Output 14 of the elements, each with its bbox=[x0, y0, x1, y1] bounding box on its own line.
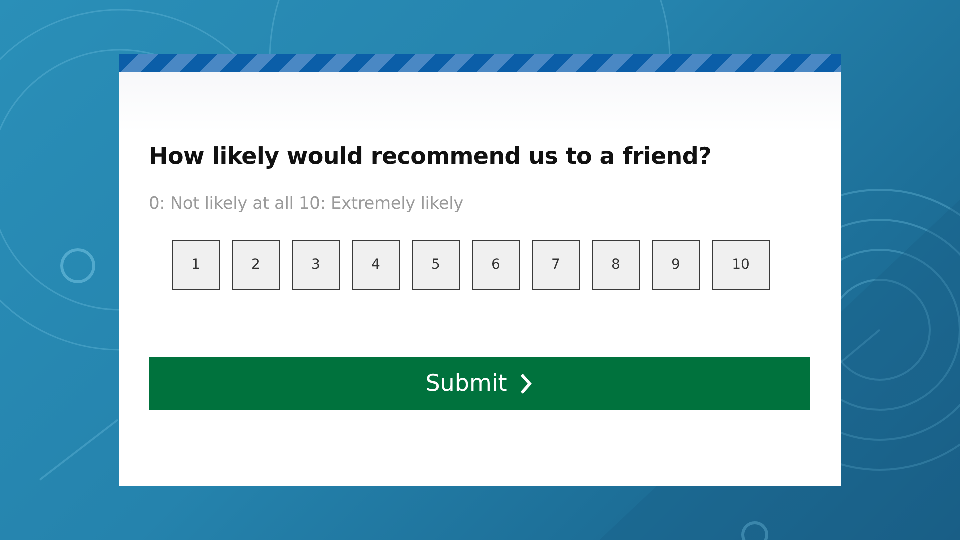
rating-option[interactable]: 9 bbox=[652, 240, 700, 290]
rating-option[interactable]: 1 bbox=[172, 240, 220, 290]
rating-option[interactable]: 4 bbox=[352, 240, 400, 290]
chevron-right-icon bbox=[519, 372, 534, 394]
scale-hint: 0: Not likely at all 10: Extremely likely bbox=[149, 194, 464, 214]
rating-option[interactable]: 5 bbox=[412, 240, 460, 290]
question-text: How likely would recommend us to a friend? bbox=[149, 144, 713, 170]
rating-option[interactable]: 7 bbox=[532, 240, 580, 290]
rating-option[interactable]: 6 bbox=[472, 240, 520, 290]
rating-option[interactable]: 10 bbox=[712, 240, 770, 290]
rating-option[interactable]: 8 bbox=[592, 240, 640, 290]
rating-option[interactable]: 2 bbox=[232, 240, 280, 290]
rating-option[interactable]: 3 bbox=[292, 240, 340, 290]
submit-button[interactable]: Submit bbox=[149, 357, 810, 410]
